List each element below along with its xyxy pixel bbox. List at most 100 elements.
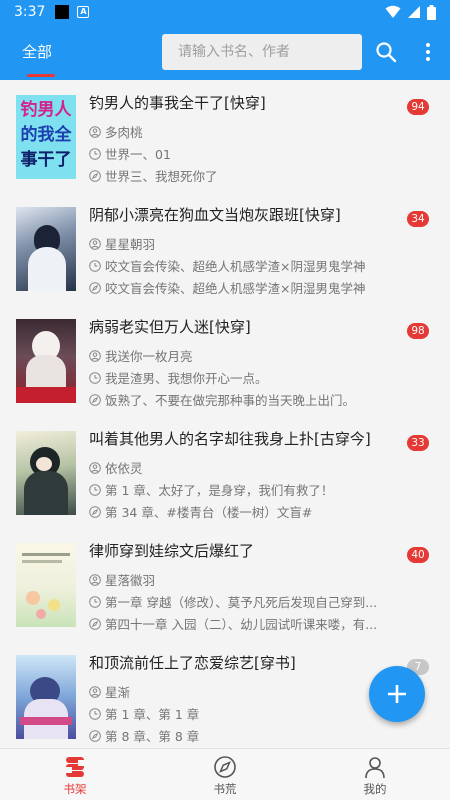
book-author: 星落徽羽 [89,570,399,589]
bookshelf-icon [66,757,84,777]
clock-icon [89,371,101,384]
book-author: 依依灵 [89,458,399,477]
book-item[interactable]: 阴郁小漂亮在狗血文当炮灰跟班[快穿] 星星朝羽 咬文盲会传染、超绝人机感学渣×阴… [0,192,450,304]
compass-icon [89,729,101,742]
unread-badge: 40 [407,547,429,563]
person-icon [89,349,101,362]
book-author: 多肉桃 [89,122,399,141]
more-vert-icon[interactable] [416,40,440,64]
compass-icon [214,756,236,778]
latest-chapter-text: 第一章 穿越（修改）、莫予凡死后发现自己穿到... [105,595,378,610]
book-reading-progress: 第 8 章、第 8 章 [89,726,399,745]
book-list: 钓男人 的我全 事干了 钓男人的事我全干了[快穿] 多肉桃 世界一、01 世界三… [0,80,450,748]
book-latest-chapter: 第 1 章、太好了，是身穿，我们有救了！ [89,480,399,499]
unread-badge: 33 [407,435,429,451]
bottom-nav: 书架 书荒 我的 [0,748,450,800]
latest-chapter-text: 我是渣男、我想你开心一点。 [105,371,268,386]
status-bar: 3:37 A [0,0,450,24]
book-latest-chapter: 第 1 章、第 1 章 [89,704,399,723]
a-notification-icon: A [77,6,90,18]
status-time: 3:37 [14,4,46,20]
cover-text-line: 钓男人 [20,100,72,120]
compass-icon [89,169,101,182]
clock-icon [89,147,101,160]
book-title: 阴郁小漂亮在狗血文当炮灰跟班[快穿] [89,206,341,224]
latest-chapter-text: 第 1 章、第 1 章 [105,707,200,722]
reading-chapter-text: 第 34 章、#楼青台（楼一树）文盲# [105,505,313,520]
book-item[interactable]: 钓男人 的我全 事干了 钓男人的事我全干了[快穿] 多肉桃 世界一、01 世界三… [0,80,450,192]
reading-chapter-text: 第四十一章 入园（二）、幼儿园试听课来喽，有... [105,617,378,632]
tab-all[interactable]: 全部 [22,24,52,80]
book-title: 钓男人的事我全干了[快穿] [89,94,266,112]
add-book-button[interactable] [369,666,425,722]
wifi-icon [385,5,401,18]
book-cover [16,431,76,515]
book-title: 叫着其他男人的名字却往我身上扑[古穿今] [89,430,371,448]
tab-indicator [27,74,55,77]
author-text: 星落徽羽 [105,573,156,588]
notification-icon [55,5,70,19]
author-text: 星渐 [105,685,131,700]
book-reading-progress: 咬文盲会传染、超绝人机感学渣×阴湿男鬼学神 [89,278,399,297]
book-reading-progress: 世界三、我想死你了 [89,166,399,185]
book-item[interactable]: 叫着其他男人的名字却往我身上扑[古穿今] 依依灵 第 1 章、太好了，是身穿，我… [0,416,450,528]
search-input[interactable]: 请输入书名、作者 [162,34,362,70]
author-text: 星星朝羽 [105,237,156,252]
signal-icon [408,6,420,18]
person-icon [89,461,101,474]
compass-icon [89,393,101,406]
nav-label: 书架 [63,782,87,796]
person-icon [89,125,101,138]
author-text: 依依灵 [105,461,143,476]
latest-chapter-text: 第 1 章、太好了，是身穿，我们有救了！ [105,483,334,498]
latest-chapter-text: 世界一、01 [105,147,171,162]
nav-discover[interactable]: 书荒 [150,749,300,800]
book-author: 星星朝羽 [89,234,399,253]
book-item[interactable]: 律师穿到娃综文后爆红了 星落徽羽 第一章 穿越（修改）、莫予凡死后发现自己穿到.… [0,528,450,640]
person-icon [89,573,101,586]
clock-icon [89,259,101,272]
book-latest-chapter: 我是渣男、我想你开心一点。 [89,368,399,387]
book-cover [16,319,76,403]
person-icon [89,237,101,250]
author-text: 多肉桃 [105,125,143,140]
battery-icon [427,4,436,20]
nav-bookshelf[interactable]: 书架 [0,749,150,800]
unread-badge: 34 [407,211,429,227]
nav-mine[interactable]: 我的 [300,749,450,800]
clock-icon [89,707,101,720]
book-reading-progress: 第四十一章 入园（二）、幼儿园试听课来喽，有... [89,614,399,633]
latest-chapter-text: 咬文盲会传染、超绝人机感学渣×阴湿男鬼学神 [105,259,366,274]
nav-label: 书荒 [213,782,237,796]
reading-chapter-text: 世界三、我想死你了 [105,169,218,184]
book-cover [16,655,76,739]
cover-text-line: 的我全 [20,125,72,145]
book-title: 律师穿到娃综文后爆红了 [89,542,255,560]
search-icon[interactable] [374,40,398,64]
book-item[interactable]: 病弱老实但万人迷[快穿] 我送你一枚月亮 我是渣男、我想你开心一点。 饭熟了、不… [0,304,450,416]
cover-text-line: 事干了 [20,150,72,170]
plus-icon [388,685,406,703]
reading-chapter-text: 咬文盲会传染、超绝人机感学渣×阴湿男鬼学神 [105,281,366,296]
compass-icon [89,617,101,630]
book-author: 星渐 [89,682,399,701]
book-title: 和顶流前任上了恋爱综艺[穿书] [89,654,296,672]
book-author: 我送你一枚月亮 [89,346,399,365]
clock-icon [89,595,101,608]
book-cover [16,543,76,627]
nav-label: 我的 [363,782,387,796]
compass-icon [89,281,101,294]
reading-chapter-text: 第 8 章、第 8 章 [105,729,200,744]
author-text: 我送你一枚月亮 [105,349,193,364]
book-latest-chapter: 第一章 穿越（修改）、莫予凡死后发现自己穿到... [89,592,399,611]
book-latest-chapter: 世界一、01 [89,144,399,163]
book-reading-progress: 第 34 章、#楼青台（楼一树）文盲# [89,502,399,521]
book-title: 病弱老实但万人迷[快穿] [89,318,251,336]
clock-icon [89,483,101,496]
book-cover [16,207,76,291]
book-latest-chapter: 咬文盲会传染、超绝人机感学渣×阴湿男鬼学神 [89,256,399,275]
reading-chapter-text: 饭熟了、不要在做完那种事的当天晚上出门。 [105,393,356,408]
person-icon [89,685,101,698]
compass-icon [89,505,101,518]
book-cover: 钓男人 的我全 事干了 [16,95,76,179]
